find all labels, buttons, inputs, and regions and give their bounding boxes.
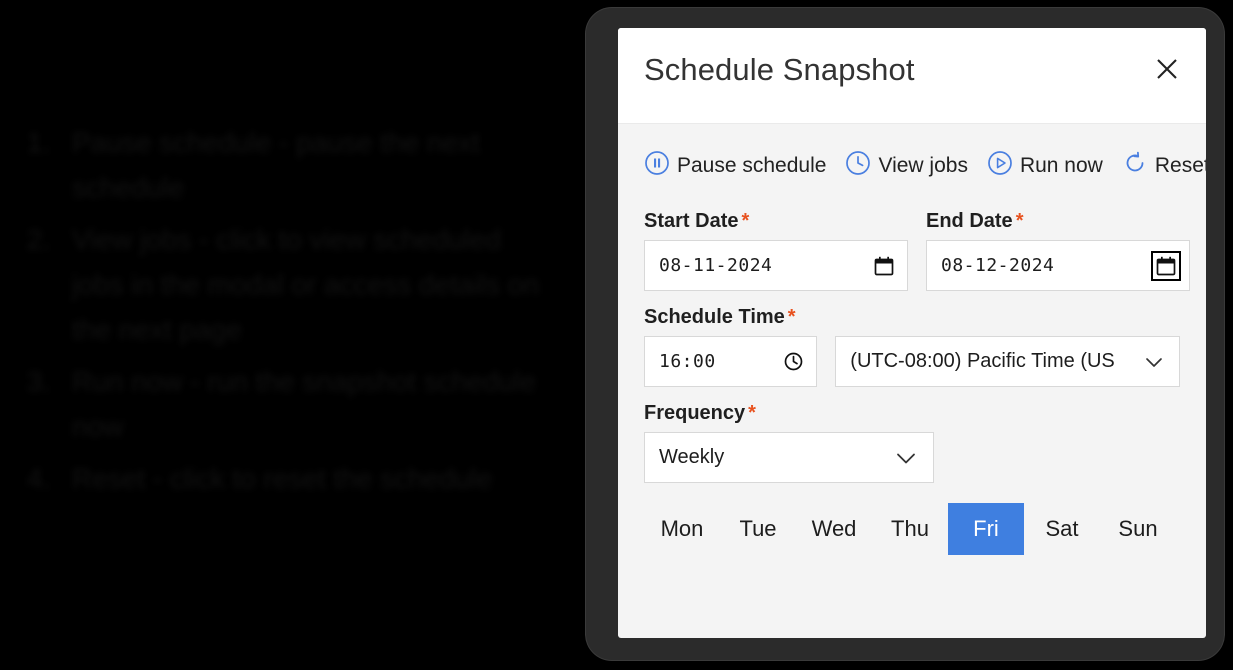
pause-schedule-label: Pause schedule bbox=[677, 154, 827, 177]
frequency-label: Frequency * bbox=[644, 403, 1180, 423]
pause-schedule-button[interactable]: Pause schedule bbox=[644, 150, 826, 181]
start-date-input[interactable]: 08-11-2024 bbox=[644, 240, 908, 291]
calendar-icon[interactable] bbox=[1151, 250, 1181, 281]
calendar-icon[interactable] bbox=[873, 255, 895, 277]
schedule-time-value: 16:00 bbox=[659, 351, 716, 372]
frequency-field: Frequency * Weekly bbox=[644, 403, 1180, 483]
required-marker: * bbox=[1015, 210, 1024, 232]
schedule-time-field: Schedule Time * 16:00 (UTC-08:00) Pacifi… bbox=[644, 307, 1180, 403]
start-date-label-text: Start Date bbox=[644, 210, 739, 232]
date-row: Start Date * 08-11-2024 End Date * 08-12… bbox=[644, 211, 1190, 291]
day-option-mon[interactable]: Mon bbox=[644, 503, 720, 555]
list-item: Reset - click to reset the schedule bbox=[58, 456, 560, 501]
clock-circle-icon bbox=[845, 150, 871, 181]
timezone-value: (UTC-08:00) Pacific Time (US bbox=[850, 350, 1115, 372]
day-option-tue[interactable]: Tue bbox=[720, 503, 796, 555]
schedule-snapshot-dialog: Schedule Snapshot Pause schedule View jo… bbox=[618, 28, 1206, 638]
list-item: View jobs - click to view scheduled jobs… bbox=[58, 217, 560, 353]
view-jobs-button[interactable]: View jobs bbox=[845, 150, 968, 181]
schedule-time-label-text: Schedule Time bbox=[644, 306, 785, 328]
frequency-label-text: Frequency bbox=[644, 402, 746, 424]
run-now-label: Run now bbox=[1019, 154, 1103, 177]
reset-arrow-icon bbox=[1122, 150, 1148, 181]
end-date-label-text: End Date bbox=[926, 210, 1013, 232]
play-circle-icon bbox=[987, 150, 1013, 181]
day-option-sat[interactable]: Sat bbox=[1024, 503, 1100, 555]
chevron-down-icon bbox=[1141, 349, 1167, 375]
frequency-value: Weekly bbox=[659, 446, 725, 468]
close-button[interactable] bbox=[1150, 52, 1184, 86]
required-marker: * bbox=[748, 402, 756, 424]
day-selector: Mon Tue Wed Thu Fri Sat Sun bbox=[644, 503, 1180, 555]
page-title: Schedule Snapshot bbox=[644, 52, 915, 87]
dialog-frame: Schedule Snapshot Pause schedule View jo… bbox=[586, 8, 1224, 660]
day-option-sun[interactable]: Sun bbox=[1100, 503, 1176, 555]
start-date-field: Start Date * 08-11-2024 bbox=[644, 211, 908, 291]
close-icon bbox=[1154, 56, 1180, 82]
end-date-label: End Date * bbox=[926, 211, 1190, 231]
frequency-select[interactable]: Weekly bbox=[644, 432, 934, 483]
start-date-value: 08-11-2024 bbox=[659, 255, 773, 276]
dialog-body: Pause schedule View jobs Run now Reset S… bbox=[618, 124, 1206, 555]
action-bar: Pause schedule View jobs Run now Reset bbox=[644, 150, 1206, 181]
timezone-select[interactable]: (UTC-08:00) Pacific Time (US bbox=[835, 336, 1180, 387]
end-date-value: 08-12-2024 bbox=[941, 255, 1055, 276]
list-item: Run now - run the snapshot schedule now bbox=[58, 359, 560, 450]
reset-label: Reset bbox=[1154, 154, 1206, 177]
required-marker: * bbox=[787, 306, 796, 328]
end-date-input[interactable]: 08-12-2024 bbox=[926, 240, 1190, 291]
schedule-time-label: Schedule Time * bbox=[644, 307, 1180, 327]
time-row: 16:00 (UTC-08:00) Pacific Time (US bbox=[644, 336, 1180, 387]
reset-button[interactable]: Reset bbox=[1122, 150, 1206, 181]
required-marker: * bbox=[741, 210, 750, 232]
instructions-list: Pause schedule - pause the next schedule… bbox=[0, 120, 560, 501]
end-date-field: End Date * 08-12-2024 bbox=[926, 211, 1190, 291]
chevron-down-icon bbox=[891, 443, 921, 473]
schedule-time-input[interactable]: 16:00 bbox=[644, 336, 818, 387]
list-item: Pause schedule - pause the next schedule bbox=[58, 120, 560, 211]
instructions-panel: Pause schedule - pause the next schedule… bbox=[0, 120, 560, 507]
view-jobs-label: View jobs bbox=[878, 154, 968, 177]
run-now-button[interactable]: Run now bbox=[987, 150, 1103, 181]
day-option-thu[interactable]: Thu bbox=[872, 503, 948, 555]
day-option-fri[interactable]: Fri bbox=[948, 503, 1024, 555]
day-option-wed[interactable]: Wed bbox=[796, 503, 872, 555]
dialog-header: Schedule Snapshot bbox=[618, 28, 1206, 124]
start-date-label: Start Date * bbox=[644, 211, 908, 231]
pause-circle-icon bbox=[644, 150, 670, 181]
clock-icon[interactable] bbox=[783, 351, 804, 372]
